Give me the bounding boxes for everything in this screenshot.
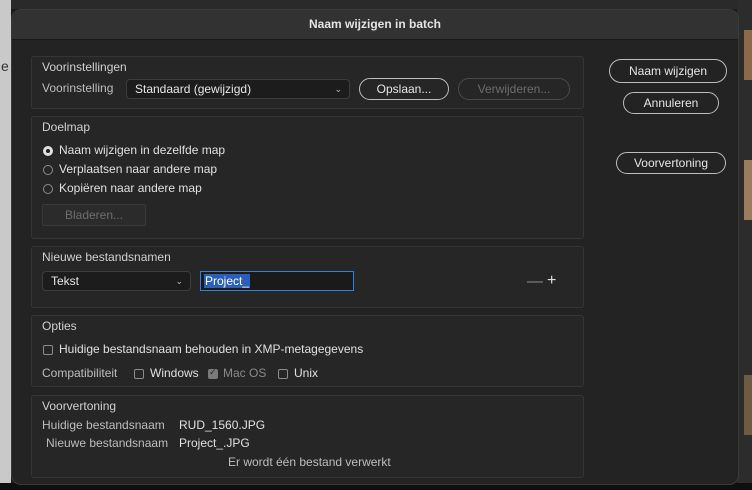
current-filename-value: RUD_1560.JPG bbox=[179, 418, 266, 432]
batch-rename-dialog: Naam wijzigen in batch Voorinstellingen … bbox=[11, 9, 739, 485]
new-filename-value: Project_.JPG bbox=[179, 436, 250, 450]
name-part-text-value: Project_ bbox=[204, 274, 251, 288]
presets-group: Voorinstellingen Voorinstelling Standaar… bbox=[31, 56, 584, 109]
windows-checkbox[interactable] bbox=[134, 369, 144, 379]
presets-group-title: Voorinstellingen bbox=[42, 60, 127, 74]
remove-name-part-button[interactable]: — bbox=[527, 274, 543, 290]
new-filenames-group-title: Nieuwe bestandsnamen bbox=[42, 250, 171, 264]
background-left: e bbox=[0, 0, 11, 490]
name-part-type-select[interactable]: Tekst ⌄ bbox=[42, 271, 191, 291]
background-top bbox=[0, 0, 752, 9]
unix-checkbox[interactable] bbox=[278, 369, 288, 379]
radio-move-folder[interactable] bbox=[43, 165, 53, 175]
background-right bbox=[737, 0, 752, 490]
preset-select-value: Standaard (gewijzigd) bbox=[135, 82, 252, 96]
preview-group: Voorvertoning Huidige bestandsnaam RUD_1… bbox=[31, 395, 584, 478]
preview-status: Er wordt één bestand verwerkt bbox=[228, 455, 391, 469]
new-filenames-group: Nieuwe bestandsnamen Tekst ⌄ Project_ — … bbox=[31, 246, 584, 308]
destination-group: Doelmap Naam wijzigen in dezelfde map Ve… bbox=[31, 116, 584, 239]
unix-label: Unix bbox=[294, 366, 319, 380]
options-group-title: Opties bbox=[42, 319, 77, 333]
save-preset-button[interactable]: Opslaan... bbox=[359, 78, 449, 100]
keep-filename-label: Huidige bestandsnaam behouden in XMP-met… bbox=[59, 342, 364, 356]
preview-group-title: Voorvertoning bbox=[42, 399, 117, 413]
cancel-button[interactable]: Annuleren bbox=[623, 92, 719, 114]
new-filename-label: Nieuwe bestandsnaam bbox=[46, 436, 169, 450]
name-part-text-input[interactable]: Project_ bbox=[200, 271, 354, 291]
chevron-down-icon: ⌄ bbox=[334, 84, 342, 94]
radio-copy-folder[interactable] bbox=[43, 184, 53, 194]
preview-button[interactable]: Voorvertoning bbox=[616, 152, 726, 174]
browse-button[interactable]: Bladeren... bbox=[42, 204, 146, 226]
background-thumbnail bbox=[744, 160, 752, 220]
name-part-type-value: Tekst bbox=[51, 274, 80, 288]
radio-move-folder-label: Verplaatsen naar andere map bbox=[59, 162, 218, 176]
destination-group-title: Doelmap bbox=[42, 120, 91, 134]
delete-preset-button[interactable]: Verwijderen... bbox=[458, 78, 570, 100]
compatibility-label: Compatibiliteit bbox=[42, 366, 118, 380]
windows-label: Windows bbox=[150, 366, 199, 380]
preset-select[interactable]: Standaard (gewijzigd) ⌄ bbox=[126, 79, 350, 99]
chevron-down-icon: ⌄ bbox=[175, 276, 183, 286]
macos-checkbox[interactable] bbox=[208, 367, 218, 379]
macos-label: Mac OS bbox=[223, 366, 267, 380]
radio-rename-same-folder[interactable] bbox=[43, 146, 53, 156]
radio-rename-same-folder-label: Naam wijzigen in dezelfde map bbox=[59, 143, 226, 157]
background-thumbnail bbox=[744, 30, 752, 80]
preset-label: Voorinstelling bbox=[42, 81, 114, 95]
background-glyph: e bbox=[1, 58, 9, 74]
keep-filename-checkbox[interactable] bbox=[43, 345, 53, 355]
rename-button[interactable]: Naam wijzigen bbox=[609, 59, 727, 83]
radio-copy-folder-label: Kopiëren naar andere map bbox=[59, 181, 202, 195]
current-filename-label: Huidige bestandsnaam bbox=[42, 418, 165, 432]
dialog-title: Naam wijzigen in batch bbox=[12, 10, 738, 40]
background-thumbnail bbox=[744, 375, 752, 435]
add-name-part-button[interactable]: + bbox=[547, 273, 556, 289]
options-group: Opties Huidige bestandsnaam behouden in … bbox=[31, 315, 584, 387]
